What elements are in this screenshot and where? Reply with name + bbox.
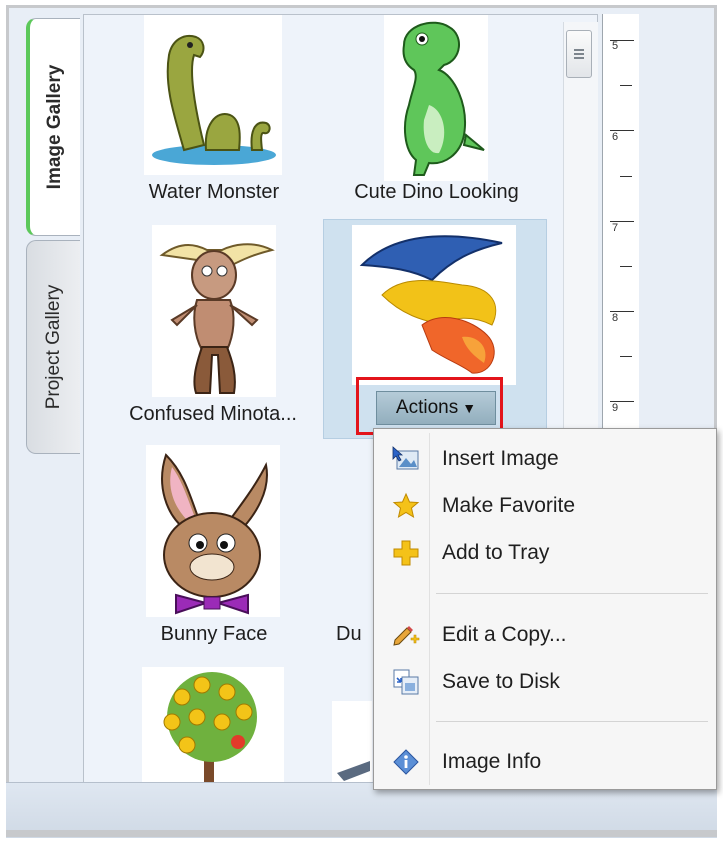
- gallery-thumb-partial[interactable]: [332, 701, 372, 783]
- menu-item-save-to-disk[interactable]: Save to Disk: [380, 662, 710, 702]
- pencil-plus-icon: [386, 619, 426, 651]
- menu-item-add-to-tray[interactable]: Add to Tray: [380, 533, 710, 573]
- menu-item-label: Image Info: [442, 750, 542, 773]
- bunny-art: [161, 453, 268, 615]
- ruler-mark: 7: [612, 222, 619, 234]
- gallery-caption: Du: [336, 623, 362, 645]
- gallery-caption: Water Monster: [148, 181, 280, 203]
- window-border: [6, 830, 717, 837]
- menu-separator: [436, 593, 708, 594]
- caret-down-icon: ▼: [462, 400, 477, 416]
- menu-item-label: Insert Image: [442, 447, 559, 470]
- info-icon: [386, 746, 426, 778]
- gallery-thumb-dragon-fire[interactable]: [352, 225, 516, 385]
- tab-image-gallery-label: Image Gallery: [44, 64, 65, 190]
- menu-item-label: Save to Disk: [442, 670, 560, 693]
- star-icon: [386, 490, 426, 522]
- sea-monster-art: [152, 35, 276, 165]
- ruler-mark: 5: [612, 40, 619, 52]
- dragon-fire-art: [359, 235, 503, 374]
- menu-item-insert-image[interactable]: Insert Image: [380, 439, 710, 479]
- vertical-ruler: [602, 14, 639, 454]
- save-copy-icon: [386, 666, 426, 698]
- partial-art: [337, 761, 370, 781]
- green-dinosaur-art: [402, 21, 485, 176]
- minotaur-art: [159, 243, 275, 394]
- gallery-caption: Cute Dino Looking: [354, 181, 519, 203]
- tab-image-gallery[interactable]: Image Gallery: [26, 18, 80, 236]
- ruler-mark: 9: [612, 402, 619, 414]
- plus-icon: [386, 537, 426, 569]
- gallery-scrollbar[interactable]: [563, 22, 598, 442]
- menu-item-label: Make Favorite: [442, 494, 576, 517]
- menu-item-edit-a-copy[interactable]: Edit a Copy...: [380, 615, 710, 655]
- gallery-thumb-cute-dino[interactable]: [384, 15, 488, 181]
- tab-project-gallery-label: Project Gallery: [42, 284, 64, 410]
- menu-separator: [436, 721, 708, 722]
- gallery-thumb-bunny-face[interactable]: [146, 445, 280, 617]
- flower-tree-art: [163, 672, 257, 783]
- gallery-caption: Confused Minota...: [129, 403, 297, 425]
- menu-item-image-info[interactable]: Image Info: [380, 742, 710, 782]
- actions-button[interactable]: Actions ▼: [376, 391, 496, 425]
- menu-item-label: Edit a Copy...: [442, 623, 567, 646]
- ruler-mark: 8: [612, 312, 619, 324]
- gallery-thumb-water-monster[interactable]: [144, 15, 282, 175]
- menu-item-make-favorite[interactable]: Make Favorite: [380, 486, 710, 526]
- gallery-thumb-minotaur[interactable]: [152, 225, 276, 397]
- actions-label: Actions: [395, 397, 459, 418]
- menu-item-label: Add to Tray: [442, 541, 550, 564]
- scroll-thumb[interactable]: [566, 30, 592, 78]
- gallery-caption: Bunny Face: [160, 623, 268, 645]
- gallery-thumb-flower-tree[interactable]: [142, 667, 284, 783]
- ruler-mark: 6: [612, 131, 619, 143]
- insert-image-icon: [386, 443, 426, 475]
- tab-project-gallery[interactable]: Project Gallery: [26, 240, 80, 454]
- actions-menu: Insert Image Make Favorite Add to Tray E…: [373, 428, 717, 790]
